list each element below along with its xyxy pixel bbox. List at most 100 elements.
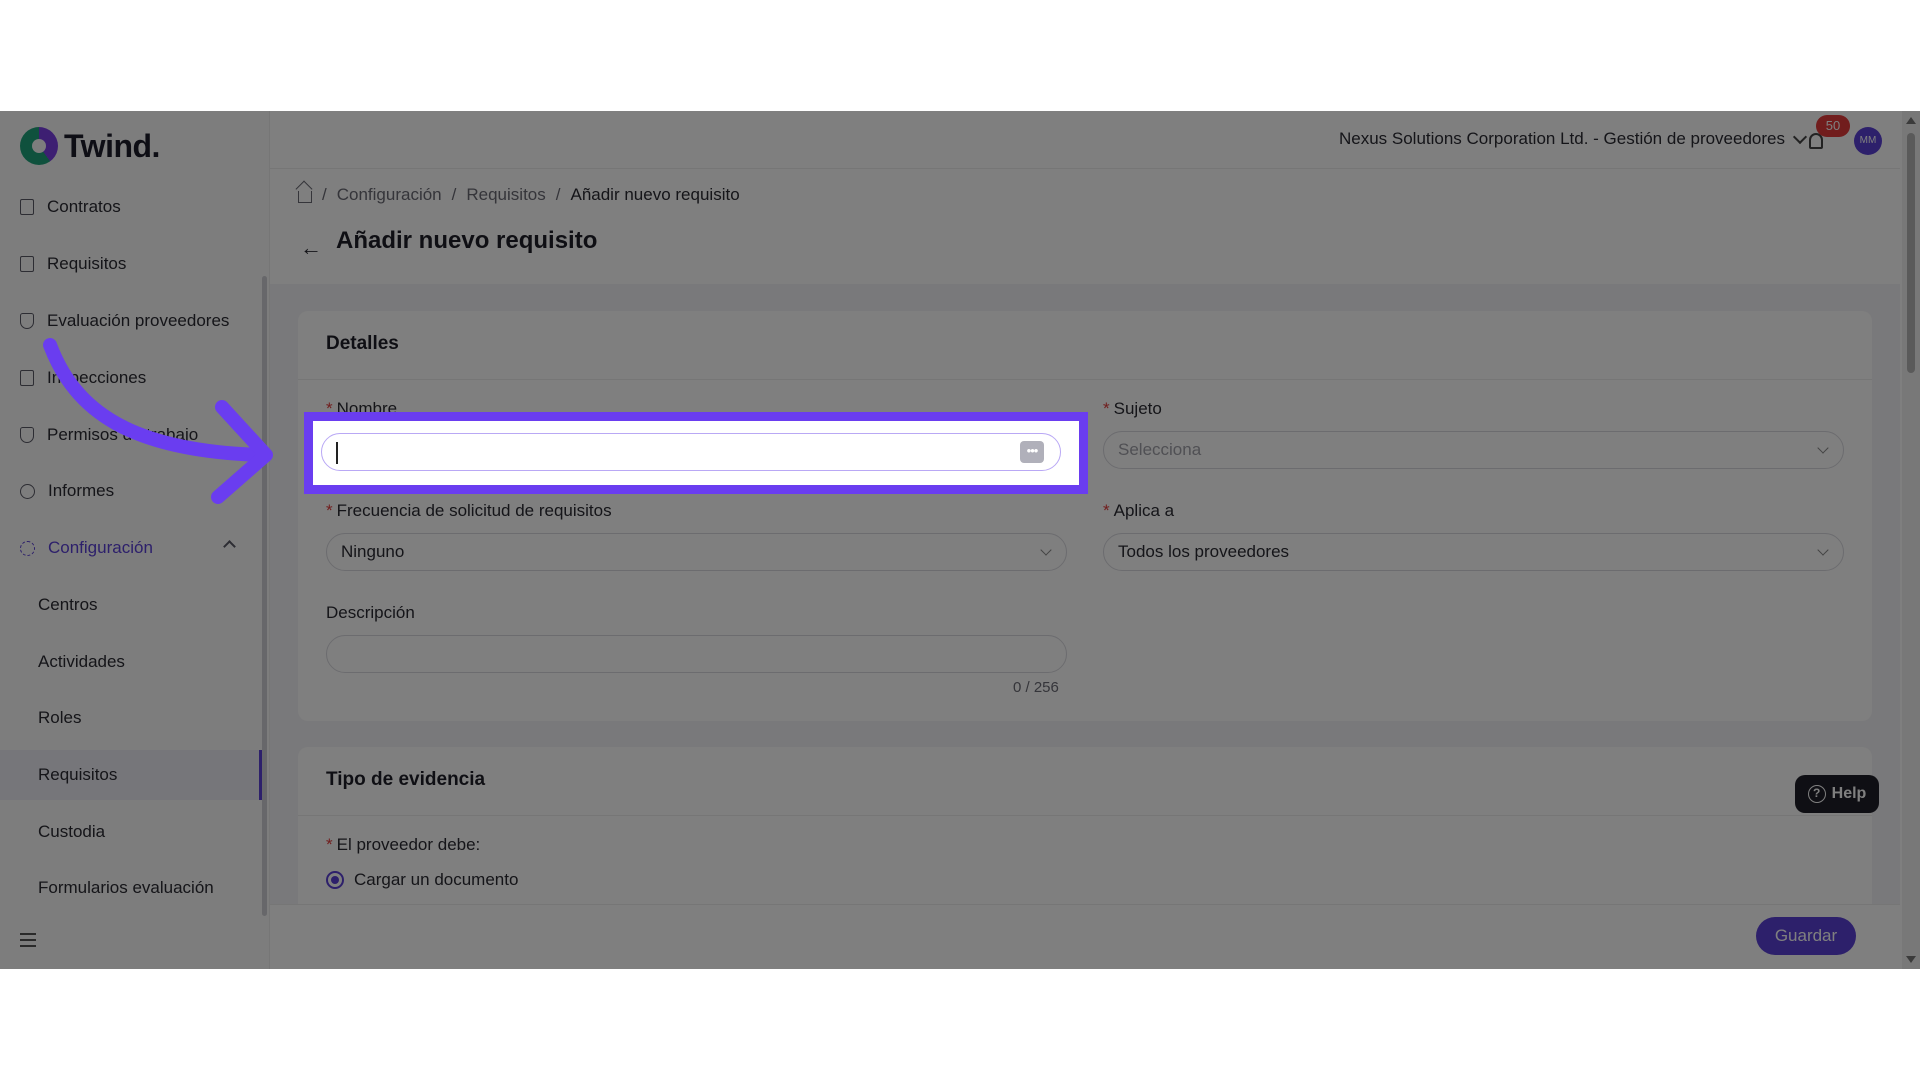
- file-icon: [20, 256, 34, 272]
- logo-mark-icon: [20, 127, 58, 165]
- sidebar-subitem-centros[interactable]: Centros: [0, 580, 262, 630]
- frecuencia-value: Ninguno: [341, 542, 405, 561]
- details-card: Detalles * Nombre * Sujeto Selecciona * Fre…: [298, 311, 1872, 721]
- nombre-input[interactable]: •••: [321, 433, 1061, 471]
- notification-badge: 50: [1816, 115, 1850, 137]
- gear-icon: [20, 540, 35, 556]
- scroll-thumb[interactable]: [1907, 133, 1915, 373]
- sidebar-subitem-label: Formularios evaluación: [38, 878, 214, 897]
- sidebar-item-informes[interactable]: Informes: [0, 466, 262, 516]
- required-marker: *: [326, 835, 333, 854]
- sidebar-subitem-label: Roles: [38, 708, 82, 727]
- save-button[interactable]: Guardar: [1756, 917, 1856, 955]
- avatar[interactable]: MM: [1854, 127, 1882, 155]
- sidebar-subitem-requisitos[interactable]: Requisitos: [0, 750, 262, 800]
- document-icon: [20, 199, 34, 215]
- sidebar-item-label: Informes: [48, 481, 115, 500]
- sidebar-subitem-formularios[interactable]: Formularios evaluación: [0, 863, 262, 913]
- breadcrumb-current: Añadir nuevo requisito: [570, 185, 740, 204]
- required-marker: *: [326, 501, 333, 520]
- app-window: Twind. Contratos Requisitos Evaluación p…: [0, 111, 1920, 969]
- bottom-letterbox: [0, 969, 1920, 1080]
- required-marker: *: [1103, 399, 1110, 418]
- scroll-up-icon[interactable]: [1906, 117, 1916, 124]
- collapse-menu-icon[interactable]: [20, 933, 36, 947]
- evidence-title: Tipo de evidencia: [326, 769, 486, 790]
- brand-name: Twind.: [64, 127, 160, 164]
- aplica-select[interactable]: Todos los proveedores: [1103, 533, 1844, 571]
- org-selector[interactable]: Nexus Solutions Corporation Ltd. - Gesti…: [1338, 129, 1808, 149]
- nombre-highlight-frame: •••: [304, 412, 1088, 494]
- details-title: Detalles: [326, 333, 399, 354]
- sidebar-item-permisos[interactable]: Permisos de trabajo: [0, 410, 262, 460]
- sidebar-item-label: Contratos: [47, 197, 121, 216]
- sidebar-item-evaluacion[interactable]: Evaluación proveedores: [0, 296, 262, 346]
- pie-chart-icon: [20, 483, 35, 499]
- aplica-label: * Aplica a: [1103, 501, 1174, 521]
- frecuencia-label: * Frecuencia de solicitud de requisitos: [326, 501, 612, 521]
- sidebar-subitem-label: Centros: [38, 595, 98, 614]
- logo[interactable]: Twind.: [20, 127, 160, 165]
- divider: [298, 379, 1872, 380]
- sidebar-subitem-custodia[interactable]: Custodia: [0, 807, 262, 857]
- org-selector-label: Nexus Solutions Corporation Ltd. - Gesti…: [1338, 129, 1785, 148]
- descripcion-counter: 0 / 256: [1013, 679, 1059, 696]
- sidebar: Twind. Contratos Requisitos Evaluación p…: [0, 111, 270, 969]
- sujeto-label-text: Sujeto: [1113, 399, 1162, 418]
- frecuencia-label-text: Frecuencia de solicitud de requisitos: [336, 501, 612, 520]
- sidebar-subitem-actividades[interactable]: Actividades: [0, 637, 262, 687]
- sidebar-item-contratos[interactable]: Contratos: [0, 182, 262, 232]
- page-title: Añadir nuevo requisito: [336, 227, 598, 254]
- frecuencia-select[interactable]: Ninguno: [326, 533, 1067, 571]
- help-circle-icon: ?: [1807, 785, 1826, 803]
- sidebar-item-label: Inspecciones: [47, 368, 147, 387]
- chevron-down-icon: [1792, 129, 1808, 144]
- sidebar-item-label: Requisitos: [47, 254, 127, 273]
- more-dots-icon[interactable]: •••: [1020, 441, 1044, 463]
- sidebar-item-label: Configuración: [48, 538, 153, 557]
- breadcrumb-item-requisitos[interactable]: Requisitos: [466, 185, 545, 205]
- evidence-prompt: * El proveedor debe:: [326, 835, 480, 855]
- aplica-value: Todos los proveedores: [1118, 542, 1290, 561]
- scroll-down-icon[interactable]: [1906, 956, 1916, 963]
- required-marker: *: [1103, 501, 1110, 520]
- breadcrumb-separator: /: [322, 185, 327, 204]
- topbar: Nexus Solutions Corporation Ltd. - Gesti…: [270, 111, 1900, 169]
- sujeto-label: * Sujeto: [1103, 399, 1162, 419]
- chevron-down-icon: [1817, 442, 1829, 454]
- page-header: / Configuración / Requisitos / Añadir nu…: [270, 169, 1900, 284]
- sujeto-placeholder: Selecciona: [1118, 440, 1202, 459]
- sidebar-subitem-label: Actividades: [38, 652, 125, 671]
- top-letterbox: [0, 0, 1920, 111]
- sidebar-item-requisitos[interactable]: Requisitos: [0, 239, 262, 289]
- help-label: Help: [1831, 785, 1867, 802]
- breadcrumb-item-configuracion[interactable]: Configuración: [337, 185, 442, 205]
- sidebar-scrollbar[interactable]: [262, 276, 267, 916]
- sidebar-item-label: Evaluación proveedores: [47, 311, 230, 330]
- sidebar-item-inspecciones[interactable]: Inspecciones: [0, 353, 262, 403]
- descripcion-label: Descripción: [326, 603, 415, 622]
- page-scrollbar[interactable]: [1902, 111, 1920, 969]
- sidebar-item-label: Permisos de trabajo: [47, 425, 199, 444]
- radio-label: Cargar un documento: [354, 870, 519, 889]
- chevron-down-icon: [1817, 544, 1829, 556]
- help-button[interactable]: ? Help: [1795, 775, 1879, 813]
- sidebar-item-configuracion[interactable]: Configuración: [0, 523, 262, 573]
- descripcion-input[interactable]: [326, 635, 1067, 673]
- home-icon[interactable]: [298, 191, 312, 203]
- sidebar-subitem-label: Custodia: [38, 822, 106, 841]
- chevron-up-icon[interactable]: [223, 540, 236, 553]
- permit-shield-icon: [20, 427, 34, 443]
- text-cursor: [336, 442, 338, 464]
- radio-cargar-documento[interactable]: [326, 871, 344, 889]
- sidebar-subitem-roles[interactable]: Roles: [0, 693, 262, 743]
- sidebar-subitem-label: Requisitos: [38, 765, 118, 784]
- evidence-card: Tipo de evidencia * El proveedor debe: Ca…: [298, 747, 1872, 927]
- sujeto-select[interactable]: Selecciona: [1103, 431, 1844, 469]
- divider: [298, 815, 1872, 816]
- inspection-icon: [20, 370, 34, 386]
- chevron-down-icon: [1040, 544, 1052, 556]
- back-arrow-icon[interactable]: ←: [300, 235, 322, 261]
- evidence-prompt-text: El proveedor debe:: [336, 835, 481, 854]
- aplica-label-text: Aplica a: [1113, 501, 1175, 520]
